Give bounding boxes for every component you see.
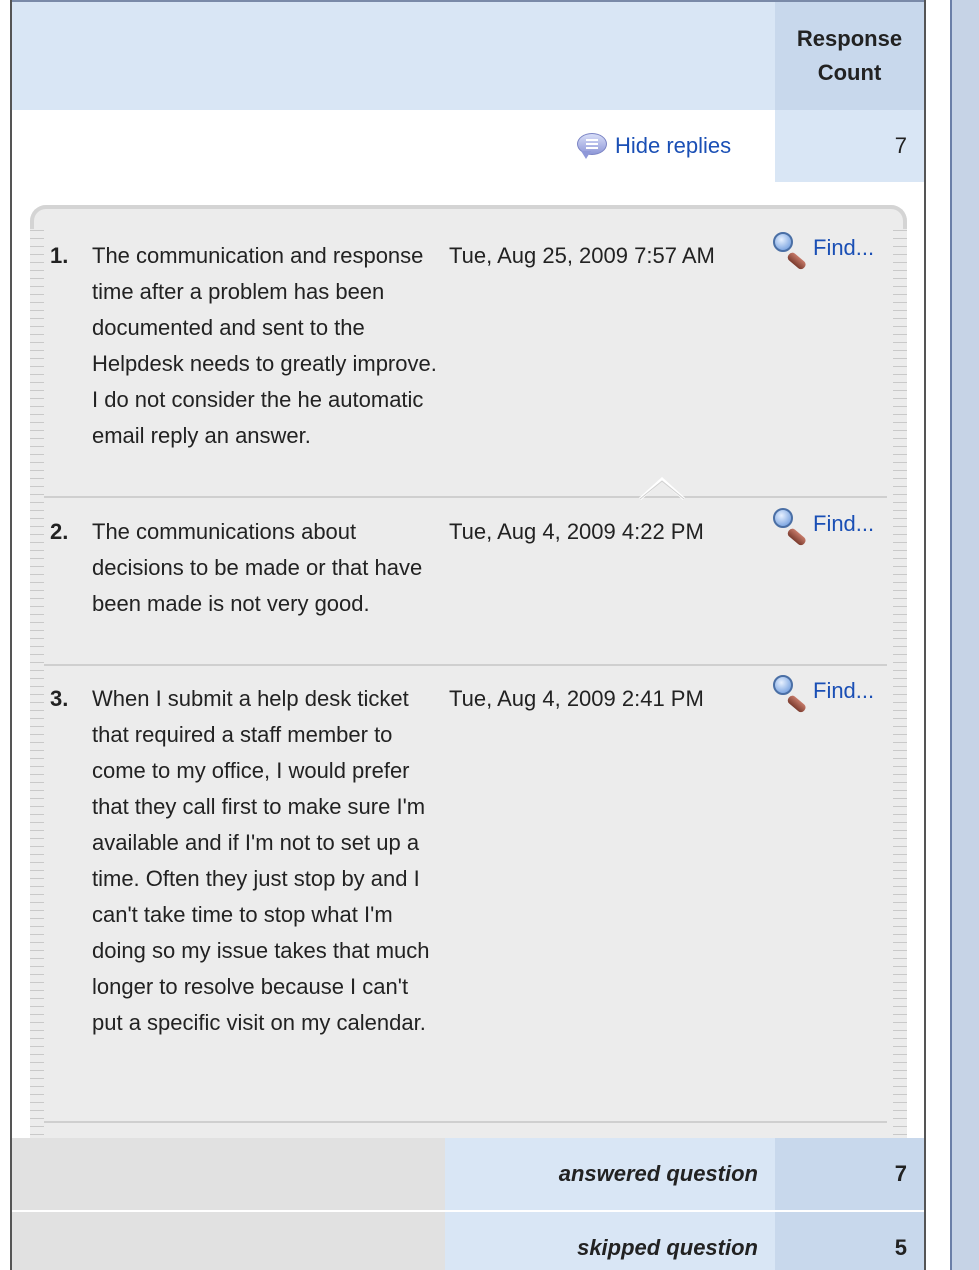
response-date: Tue, Aug 4, 2009 2:41 PM [449, 686, 704, 711]
speech-bubble-icon [577, 133, 607, 159]
response-count-header: Response Count [775, 2, 924, 110]
skipped-question-value: 5 [894, 1235, 907, 1260]
replies-panel-rounded-top [30, 205, 907, 229]
magnifier-icon [773, 673, 809, 714]
replies-left-ruler [30, 230, 44, 1138]
side-panel [950, 0, 979, 1270]
response-count-header-label: Response Count [796, 26, 903, 85]
magnifier-icon [773, 506, 809, 547]
skipped-question-label-cell: skipped question [445, 1212, 775, 1270]
replies-right-ruler [893, 230, 907, 1138]
response-number: 1. [50, 243, 69, 268]
response-count-value: 7 [775, 110, 924, 182]
table-left-border [10, 0, 12, 1270]
response-text: The communication and response time afte… [92, 243, 437, 448]
find-link[interactable]: Find... [773, 506, 874, 547]
response-date: Tue, Aug 4, 2009 4:22 PM [449, 519, 704, 544]
find-label[interactable]: Find... [813, 230, 874, 266]
response-text: When I submit a help desk ticket that re… [92, 686, 430, 1035]
find-label[interactable]: Find... [813, 506, 874, 542]
response-date: Tue, Aug 25, 2009 7:57 AM [449, 243, 715, 268]
find-label[interactable]: Find... [813, 673, 874, 709]
answered-question-value-cell: 7 [775, 1138, 924, 1210]
find-link[interactable]: Find... [773, 230, 874, 271]
answered-question-value: 7 [894, 1161, 907, 1186]
skipped-question-label: skipped question [577, 1235, 758, 1260]
response-count-number: 7 [894, 133, 907, 158]
response-number: 3. [50, 686, 69, 711]
answered-question-label-cell: answered question [445, 1138, 775, 1210]
skipped-question-value-cell: 5 [775, 1212, 924, 1270]
answered-question-label: answered question [558, 1161, 758, 1186]
magnifier-icon [773, 230, 809, 271]
hide-replies-link[interactable]: Hide replies [577, 128, 731, 164]
table-right-border [924, 0, 926, 1270]
response-divider [44, 664, 887, 666]
response-divider [44, 496, 887, 498]
response-divider [44, 1121, 887, 1123]
find-link[interactable]: Find... [773, 673, 874, 714]
caret-up-icon [638, 477, 686, 501]
response-number: 2. [50, 519, 69, 544]
response-text: The communications about decisions to be… [92, 519, 423, 616]
hide-replies-label[interactable]: Hide replies [615, 133, 731, 159]
